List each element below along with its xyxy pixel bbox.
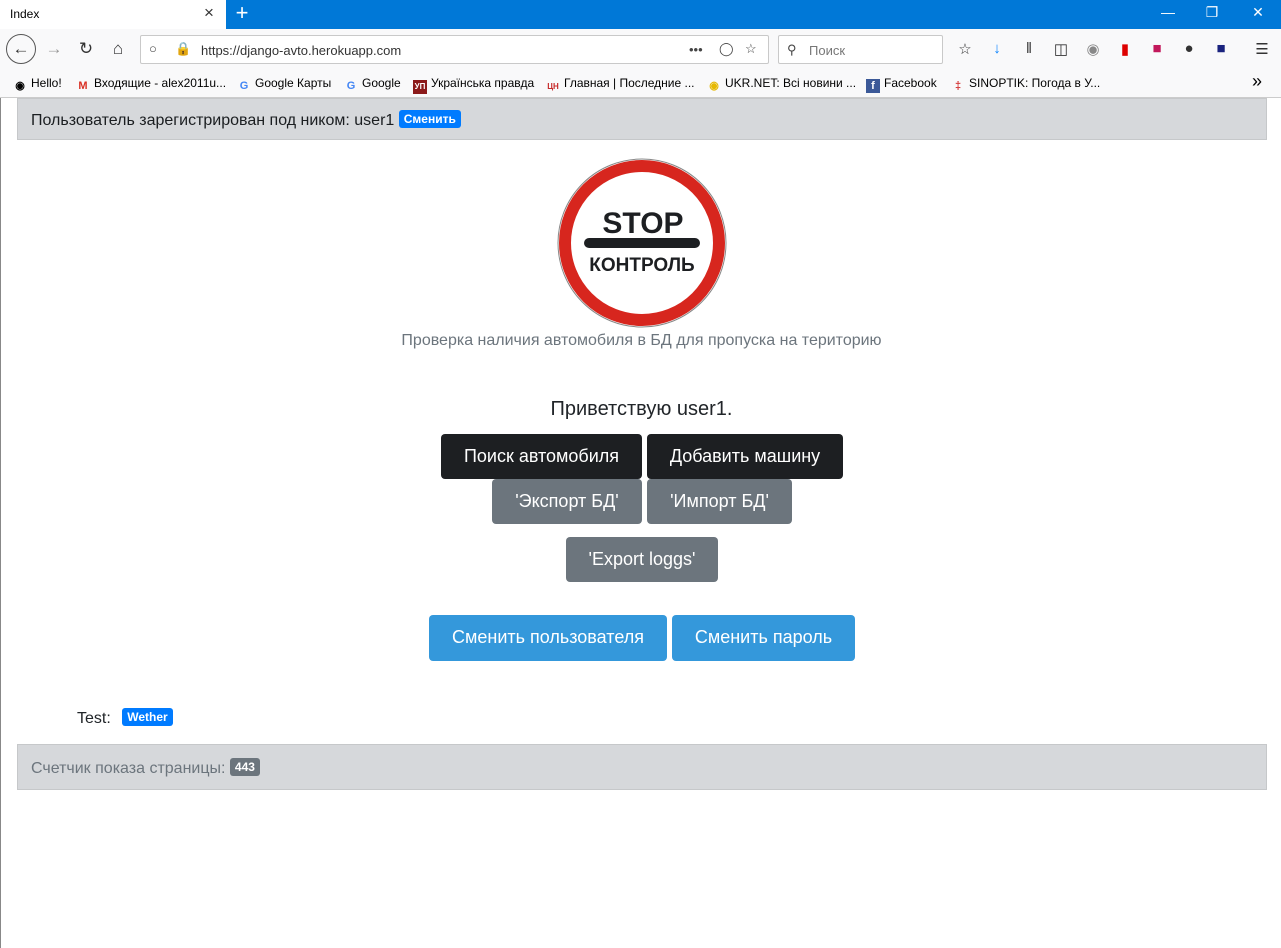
bookmark-item[interactable]: ◉ Hello! xyxy=(13,76,62,93)
bookmark-item[interactable]: ‡ SINOPTIK: Погода в У... xyxy=(951,76,1100,93)
account-icon[interactable]: ● xyxy=(1180,40,1198,57)
stop-control-logo: STOP КОНТРОЛЬ xyxy=(557,158,727,328)
user-alert: Пользователь зарегистрирован под ником: … xyxy=(17,98,1267,140)
home-icon[interactable]: ⌂ xyxy=(104,35,132,63)
change-user-button[interactable]: Сменить пользователя xyxy=(429,615,667,661)
bookmark-star-icon[interactable]: ☆ xyxy=(745,41,757,57)
lock-icon[interactable]: 🔒 xyxy=(175,41,191,57)
new-tab-button[interactable]: + xyxy=(232,0,252,29)
sidebar-icon[interactable]: ◫ xyxy=(1052,40,1070,58)
thermometer-icon: ‡ xyxy=(954,80,962,92)
change-password-button[interactable]: Сменить пароль xyxy=(672,615,855,661)
tab-title: Index xyxy=(10,7,40,21)
tab-bar: Index × + — ❐ ✕ xyxy=(0,0,1281,29)
bookmark-item[interactable]: G Google xyxy=(344,76,401,93)
nav-toolbar: ← → ↻ ⌂ ○ 🔒 https://django-avto.herokuap… xyxy=(0,29,1281,69)
search-icon: ⚲ xyxy=(787,42,797,57)
page-content: Пользователь зарегистрирован под ником: … xyxy=(0,98,1281,948)
page-actions-icon[interactable]: ••• xyxy=(689,42,703,57)
counter-badge: 443 xyxy=(229,758,260,776)
bookmark-item[interactable]: M Входящие - alex2011u... xyxy=(76,76,226,93)
pocket-icon[interactable]: ◯ xyxy=(719,41,734,57)
close-tab-icon[interactable]: × xyxy=(201,3,217,23)
bookmark-item[interactable]: f Facebook xyxy=(866,76,937,93)
counter-label: Счетчик показа страницы: xyxy=(31,760,226,777)
url-bar[interactable]: ○ 🔒 https://django-avto.herokuapp.com ••… xyxy=(140,35,769,64)
search-input[interactable]: ⚲ Поиск xyxy=(778,35,943,64)
test-label: Test: xyxy=(77,710,111,727)
restore-icon[interactable]: ❐ xyxy=(1202,4,1222,21)
shield-icon[interactable]: ○ xyxy=(149,41,157,56)
search-placeholder: Поиск xyxy=(809,43,846,58)
cn-icon: ЦН xyxy=(547,82,559,91)
addon-icon[interactable]: ■ xyxy=(1148,40,1166,57)
bookmark-item[interactable]: G Google Карты xyxy=(237,76,332,93)
export-logs-button[interactable]: 'Export loggs' xyxy=(566,537,718,582)
ukrnet-icon: ◉ xyxy=(709,80,719,92)
bookmarks-overflow-icon[interactable]: » xyxy=(1252,71,1262,92)
window-close-icon[interactable]: ✕ xyxy=(1248,4,1268,21)
page-subtitle: Проверка наличия автомобиля в БД для про… xyxy=(401,332,882,349)
weather-badge[interactable]: Wether xyxy=(122,708,173,726)
menu-icon[interactable]: ☰ xyxy=(1253,40,1271,58)
greeting: Приветствую user1. xyxy=(550,398,733,420)
bookmark-item[interactable]: ЦН Главная | Последние ... xyxy=(546,76,694,94)
bookmark-item[interactable]: ◉ UKR.NET: Всі новини ... xyxy=(707,76,856,93)
globe-icon: ◉ xyxy=(15,80,25,92)
import-db-button[interactable]: 'Импорт БД' xyxy=(647,479,792,524)
browser-chrome: Index × + — ❐ ✕ ← → ↻ ⌂ ○ 🔒 https://djan… xyxy=(0,0,1281,98)
back-button[interactable]: ← xyxy=(6,34,36,64)
bookmark-item[interactable]: УП Українська правда xyxy=(413,76,534,94)
logo-control-text: КОНТРОЛЬ xyxy=(589,255,694,276)
registered-text: Пользователь зарегистрирован под ником: … xyxy=(31,112,395,129)
extension-icon[interactable]: ☆ xyxy=(956,40,974,58)
up-icon: УП xyxy=(413,80,427,94)
facebook-icon: f xyxy=(866,79,880,93)
test-row: Test: Wether xyxy=(77,708,173,728)
change-user-badge[interactable]: Сменить xyxy=(398,110,461,128)
search-car-button[interactable]: Поиск автомобиля xyxy=(441,434,642,479)
browser-tab[interactable]: Index × xyxy=(0,0,226,29)
globe-addon-icon[interactable]: ◉ xyxy=(1084,40,1102,58)
logo-bar xyxy=(584,238,700,248)
gmail-icon: M xyxy=(78,80,88,92)
library-icon[interactable]: ‖ xyxy=(1020,40,1038,57)
forward-button[interactable]: → xyxy=(40,35,68,63)
page-counter-box: Счетчик показа страницы: 443 xyxy=(17,744,1267,790)
bookmarks-toolbar: ◉ Hello! M Входящие - alex2011u... G Google… xyxy=(0,69,1281,98)
url-text[interactable]: https://django-avto.herokuapp.com xyxy=(201,43,401,58)
export-db-button[interactable]: 'Экспорт БД' xyxy=(492,479,642,524)
add-car-button[interactable]: Добавить машину xyxy=(647,434,843,479)
google-icon: G xyxy=(239,80,249,92)
minimize-icon[interactable]: — xyxy=(1158,4,1178,20)
downloads-icon[interactable]: ↓ xyxy=(988,40,1006,57)
flag-addon-icon[interactable]: ▮ xyxy=(1116,40,1134,58)
addon-dark-icon[interactable]: ■ xyxy=(1212,40,1230,57)
reload-icon[interactable]: ↻ xyxy=(72,35,100,63)
google-icon: G xyxy=(346,80,356,92)
logo-stop-text: STOP xyxy=(602,207,683,240)
